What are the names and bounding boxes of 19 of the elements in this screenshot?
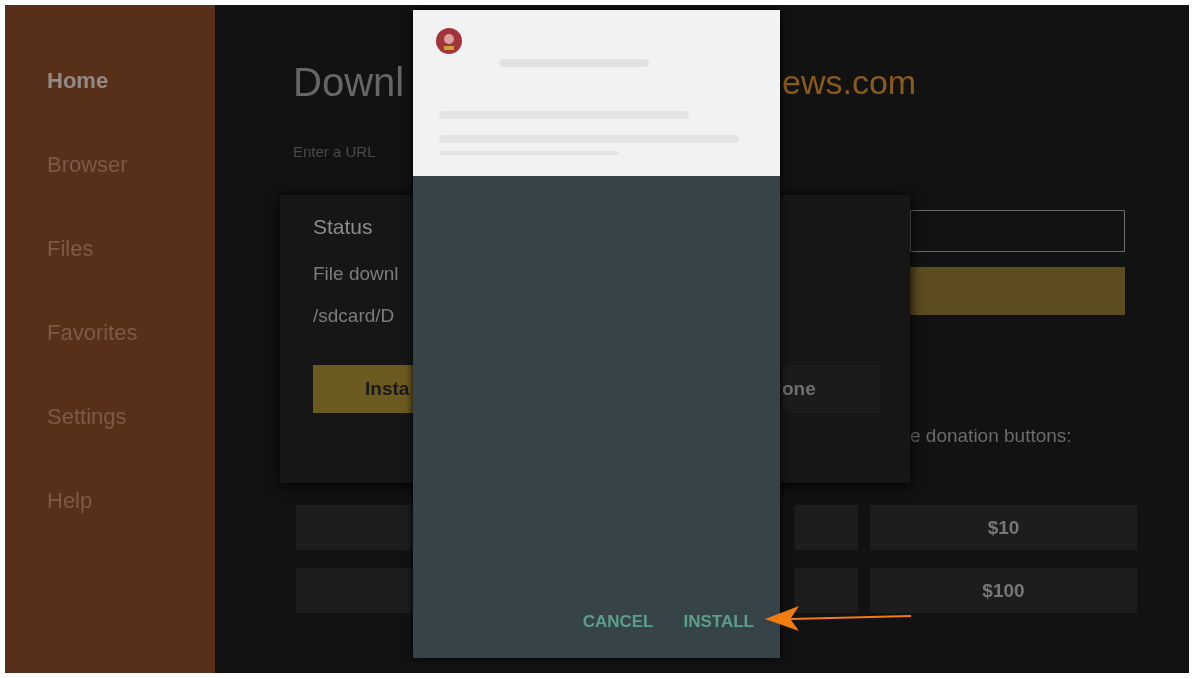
go-button[interactable] — [910, 267, 1125, 315]
donation-button[interactable] — [795, 568, 858, 613]
donation-button[interactable]: $100 — [870, 568, 1137, 613]
app-icon — [435, 27, 463, 55]
donation-prompt: e donation buttons: — [910, 425, 1073, 447]
donation-button[interactable] — [296, 568, 413, 613]
url-label: Enter a URL — [293, 143, 377, 160]
donation-button[interactable] — [296, 505, 413, 550]
dialog-title: Status — [313, 215, 374, 239]
file-path: /sdcard/D — [313, 305, 396, 327]
site-name: ews.com — [782, 62, 917, 102]
url-field[interactable] — [910, 210, 1125, 252]
dialog-button[interactable]: INSTALL — [681, 608, 756, 636]
status-message: File downl — [313, 263, 400, 285]
donation-button[interactable]: $10 — [870, 505, 1137, 550]
page-title: Downl — [293, 59, 406, 105]
dialog-button[interactable]: CANCEL — [580, 608, 656, 636]
status-close-button[interactable]: one — [782, 365, 880, 413]
sidebar-item[interactable]: Home — [47, 67, 215, 95]
